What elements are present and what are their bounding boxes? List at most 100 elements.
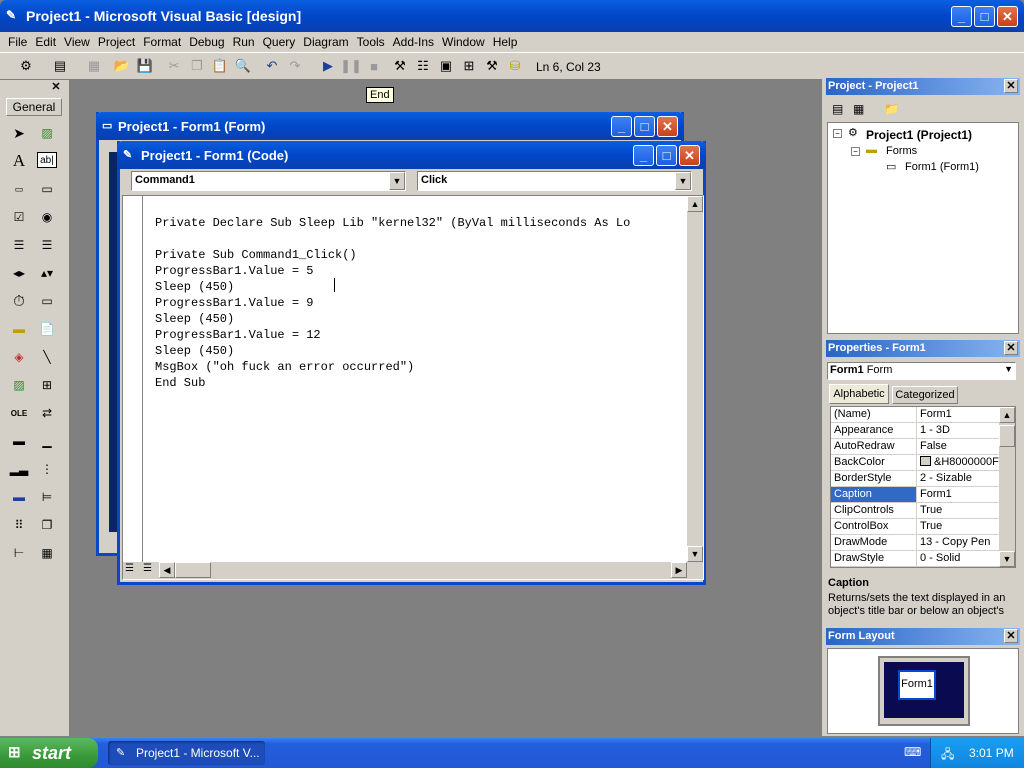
chevron-down-icon[interactable]: ▼ — [1004, 364, 1013, 374]
properties-panel-close-icon[interactable]: ✕ — [1004, 341, 1018, 355]
properties-scrollbar[interactable]: ▲ ▼ — [999, 407, 1015, 567]
view-object-icon[interactable]: ▦ — [853, 102, 864, 116]
property-row[interactable]: ControlBox True — [831, 519, 1015, 535]
procedure-view-icon[interactable]: ☰ — [125, 563, 134, 574]
property-row[interactable]: AutoRedraw False — [831, 439, 1015, 455]
full-module-view-icon[interactable]: ☰ — [143, 563, 152, 574]
scroll-down-arrow[interactable]: ▼ — [687, 546, 703, 562]
paste-icon[interactable]: 📋 — [210, 56, 230, 76]
scroll-up-arrow[interactable]: ▲ — [999, 407, 1015, 423]
form-close-button[interactable]: ✕ — [657, 116, 678, 137]
project-explorer-icon[interactable]: ⚒ — [390, 56, 410, 76]
code-window-title-bar[interactable]: ✎ Project1 - Form1 (Code) _ □ ✕ — [117, 141, 706, 169]
vscrollbar-icon[interactable]: ▴▾ — [36, 262, 58, 284]
form-maximize-button[interactable]: □ — [634, 116, 655, 137]
form-minimize-button[interactable]: _ — [611, 116, 632, 137]
network-icon[interactable]: 🖧 — [941, 745, 954, 766]
drivelistbox-icon[interactable]: ▭ — [36, 290, 58, 312]
undo-icon[interactable]: ↶ — [262, 56, 282, 76]
code-window[interactable]: ✎ Project1 - Form1 (Code) _ □ ✕ Command1… — [117, 141, 706, 585]
properties-object-combo[interactable]: Form1 Form ▼ — [827, 362, 1016, 380]
menu-help[interactable]: Help — [489, 35, 522, 49]
scroll-thumb[interactable] — [999, 425, 1015, 447]
menu-window[interactable]: Window — [438, 35, 489, 49]
code-close-button[interactable]: ✕ — [679, 145, 700, 166]
add-form-icon[interactable]: ▤ — [50, 56, 70, 76]
chevron-down-icon[interactable]: ▼ — [389, 172, 405, 190]
scroll-down-arrow[interactable]: ▼ — [999, 551, 1015, 567]
main-title-bar[interactable]: ✎ Project1 - Microsoft Visual Basic [des… — [0, 0, 1024, 32]
redo-icon[interactable]: ↷ — [285, 56, 305, 76]
properties-icon[interactable]: ☷ — [413, 56, 433, 76]
optionbutton-icon[interactable]: ◉ — [36, 206, 58, 228]
pointer-icon[interactable]: ➤ — [8, 122, 30, 144]
dirlistbox-icon[interactable]: ▬ — [8, 318, 30, 340]
data-icon[interactable]: ⊞ — [36, 374, 58, 396]
scroll-left-arrow[interactable]: ◀ — [159, 562, 175, 578]
image-icon[interactable]: ▨ — [8, 374, 30, 396]
toolbox-close-icon[interactable]: ✕ — [49, 80, 63, 94]
property-row[interactable]: DrawStyle 0 - Solid — [831, 551, 1015, 567]
toolbox-tab-general[interactable]: General — [6, 98, 62, 116]
menu-query[interactable]: Query — [259, 35, 300, 49]
procedure-combo[interactable]: Click ▼ — [417, 171, 692, 191]
frame-icon[interactable]: ▭ — [8, 178, 30, 200]
combobox-icon[interactable]: ☰ — [8, 234, 30, 256]
treeview-icon[interactable]: ⋮ — [36, 458, 58, 480]
hscrollbar-icon[interactable]: ◂▸ — [8, 262, 30, 284]
keyboard-icon[interactable]: ⌨ — [904, 745, 921, 759]
save-icon[interactable]: 💾 — [135, 56, 155, 76]
listbox-icon[interactable]: ☰ — [36, 234, 58, 256]
menu-add-ins[interactable]: Add-Ins — [389, 35, 438, 49]
ole-icon[interactable]: OLE — [8, 402, 30, 424]
menu-run[interactable]: Run — [229, 35, 259, 49]
form-layout-icon[interactable]: ▣ — [436, 56, 456, 76]
code-vertical-scrollbar[interactable]: ▲ ▼ — [687, 196, 703, 562]
property-row[interactable]: DrawMode 13 - Copy Pen — [831, 535, 1015, 551]
menu-project[interactable]: Project — [94, 35, 139, 49]
menu-format[interactable]: Format — [139, 35, 185, 49]
property-row[interactable]: (Name) Form1 — [831, 407, 1015, 423]
view-code-icon[interactable]: ▤ — [832, 102, 843, 116]
statusbar-icon[interactable]: ▁ — [36, 430, 58, 452]
break-icon[interactable]: ❚❚ — [340, 56, 362, 76]
tree-collapse-icon[interactable]: − — [851, 147, 860, 156]
scroll-up-arrow[interactable]: ▲ — [687, 196, 703, 212]
start-button[interactable]: ⊞ start — [0, 738, 98, 768]
scroll-right-arrow[interactable]: ▶ — [671, 562, 687, 578]
toggle-folders-icon[interactable]: 📁 — [884, 102, 899, 116]
property-row[interactable]: BorderStyle 2 - Sizable — [831, 471, 1015, 487]
commandbutton-icon[interactable]: ▭ — [36, 178, 58, 200]
stop-icon[interactable]: ■ — [364, 56, 384, 76]
taskbar-task-vb[interactable]: ✎ Project1 - Microsoft V... — [108, 741, 265, 765]
form-window-title-bar[interactable]: ▭ Project1 - Form1 (Form) _ □ ✕ — [96, 112, 684, 140]
animation-icon[interactable]: ❐ — [36, 514, 58, 536]
menu-tools[interactable]: Tools — [353, 35, 389, 49]
code-minimize-button[interactable]: _ — [633, 145, 654, 166]
textbox-icon[interactable]: ab| — [37, 152, 57, 168]
copy-icon[interactable]: ❐ — [187, 56, 207, 76]
find-icon[interactable]: 🔍 — [233, 56, 253, 76]
listview-icon[interactable]: ⊨ — [36, 486, 58, 508]
menu-debug[interactable]: Debug — [185, 35, 228, 49]
menu-editor-icon[interactable]: ▦ — [84, 56, 104, 76]
picturebox-icon[interactable]: ▨ — [36, 122, 58, 144]
label-icon[interactable]: A — [8, 150, 30, 172]
form-layout-preview[interactable]: Form1 — [898, 670, 936, 700]
tree-form1-item[interactable]: Form1 (Form1) — [905, 161, 979, 173]
progressbar-icon[interactable]: ▂▃ — [8, 458, 30, 480]
filelistbox-icon[interactable]: 📄 — [36, 318, 58, 340]
grid-icon[interactable]: ▦ — [36, 542, 58, 564]
checkbox-icon[interactable]: ☑ — [8, 206, 30, 228]
line-icon[interactable]: ╲ — [36, 346, 58, 368]
tree-collapse-icon[interactable]: − — [833, 129, 842, 138]
menu-file[interactable]: File — [4, 35, 31, 49]
timer-icon[interactable]: ⏱ — [8, 290, 30, 312]
code-maximize-button[interactable]: □ — [656, 145, 677, 166]
menu-diagram[interactable]: Diagram — [299, 35, 352, 49]
object-browser-icon[interactable]: ⊞ — [459, 56, 479, 76]
code-editor[interactable]: Private Declare Sub Sleep Lib "kernel32"… — [122, 195, 704, 580]
menu-view[interactable]: View — [60, 35, 94, 49]
property-row[interactable]: ClipControls True — [831, 503, 1015, 519]
tab-alphabetic[interactable]: Alphabetic — [829, 384, 889, 404]
